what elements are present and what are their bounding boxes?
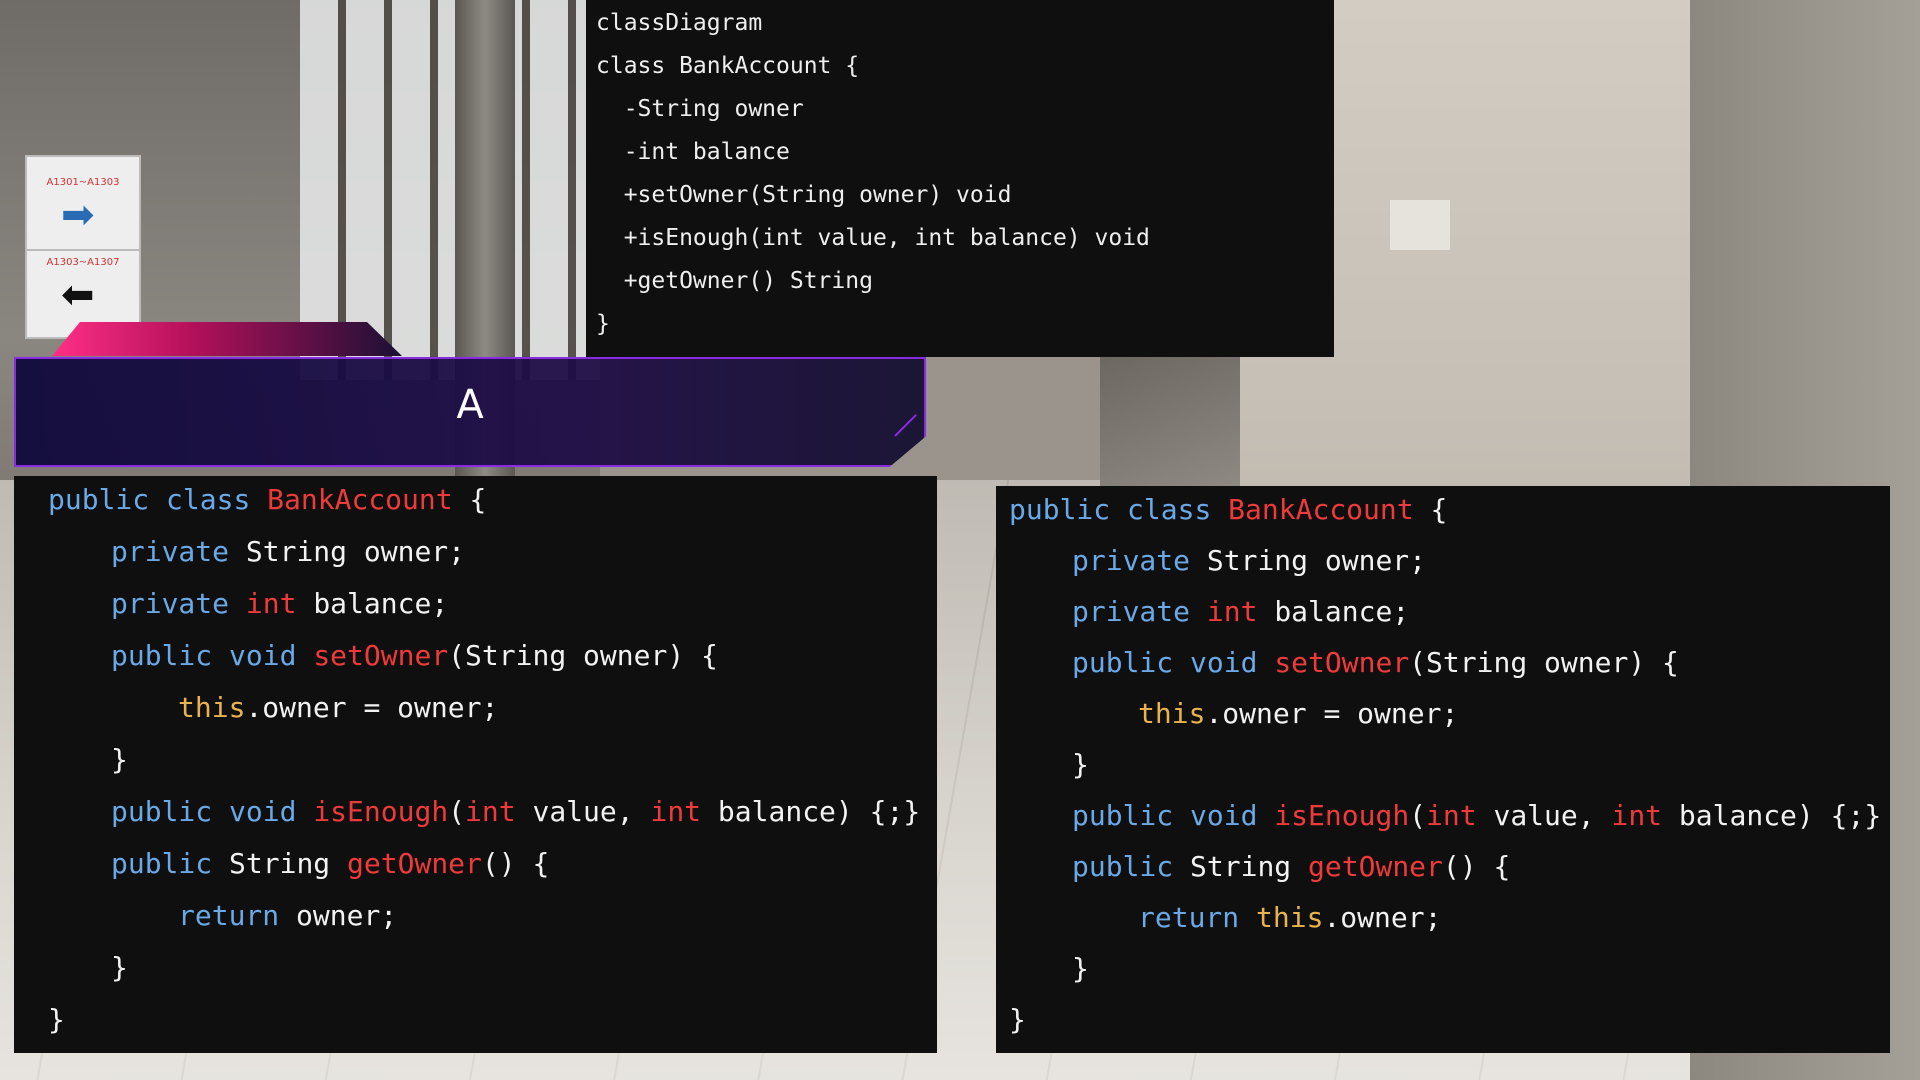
option-b-code-panel: public class BankAccount { private Strin… xyxy=(996,486,1890,1053)
uml-line: +setOwner(String owner) void xyxy=(596,182,1012,208)
option-a-label: A xyxy=(456,382,484,428)
sign-text-top: A1301~A1303 xyxy=(46,177,120,188)
wall-paper-note xyxy=(1390,200,1450,250)
code-line: public class BankAccount { xyxy=(1009,493,1448,526)
code-line: return owner; xyxy=(178,899,398,932)
room-sign: A1301~A1303 ➡ A1303~A1307 ⬅ xyxy=(25,155,141,339)
sign-text-bottom: A1303~A1307 xyxy=(46,257,120,268)
uml-line: +getOwner() String xyxy=(596,268,873,294)
uml-line: classDiagram xyxy=(596,10,763,36)
code-line: public void isEnough(int value, int bala… xyxy=(111,795,921,828)
code-line: } xyxy=(1009,1003,1026,1036)
uml-line: -String owner xyxy=(596,96,804,122)
code-line: } xyxy=(48,1003,65,1036)
code-line: public String getOwner() { xyxy=(111,847,550,880)
banner-tab-decoration xyxy=(52,322,402,356)
code-line: public void setOwner(String owner) { xyxy=(111,639,718,672)
code-line: private String owner; xyxy=(1072,544,1427,577)
code-line: } xyxy=(1072,952,1089,985)
code-line: public void isEnough(int value, int bala… xyxy=(1072,799,1882,832)
uml-line: +isEnough(int value, int balance) void xyxy=(596,225,1150,251)
code-line: } xyxy=(1072,748,1089,781)
code-line: private int balance; xyxy=(1072,595,1410,628)
option-a-code-panel: public class BankAccount { private Strin… xyxy=(14,476,937,1053)
code-line: public void setOwner(String owner) { xyxy=(1072,646,1679,679)
code-line: private int balance; xyxy=(111,587,449,620)
left-arrow-icon: ⬅ xyxy=(61,272,95,318)
right-arrow-icon: ➡ xyxy=(61,192,95,238)
code-line: private String owner; xyxy=(111,535,466,568)
code-line: } xyxy=(111,743,128,776)
code-line: this.owner = owner; xyxy=(178,691,499,724)
uml-line: -int balance xyxy=(596,139,790,165)
sign-divider xyxy=(27,249,139,251)
uml-line: class BankAccount { xyxy=(596,53,860,79)
uml-line: } xyxy=(596,311,610,337)
uml-class-diagram: classDiagram class BankAccount { -String… xyxy=(586,0,1334,357)
code-line: return this.owner; xyxy=(1138,901,1442,934)
code-line: public String getOwner() { xyxy=(1072,850,1511,883)
code-line: this.owner = owner; xyxy=(1138,697,1459,730)
code-line: } xyxy=(111,951,128,984)
code-line: public class BankAccount { xyxy=(48,483,487,516)
